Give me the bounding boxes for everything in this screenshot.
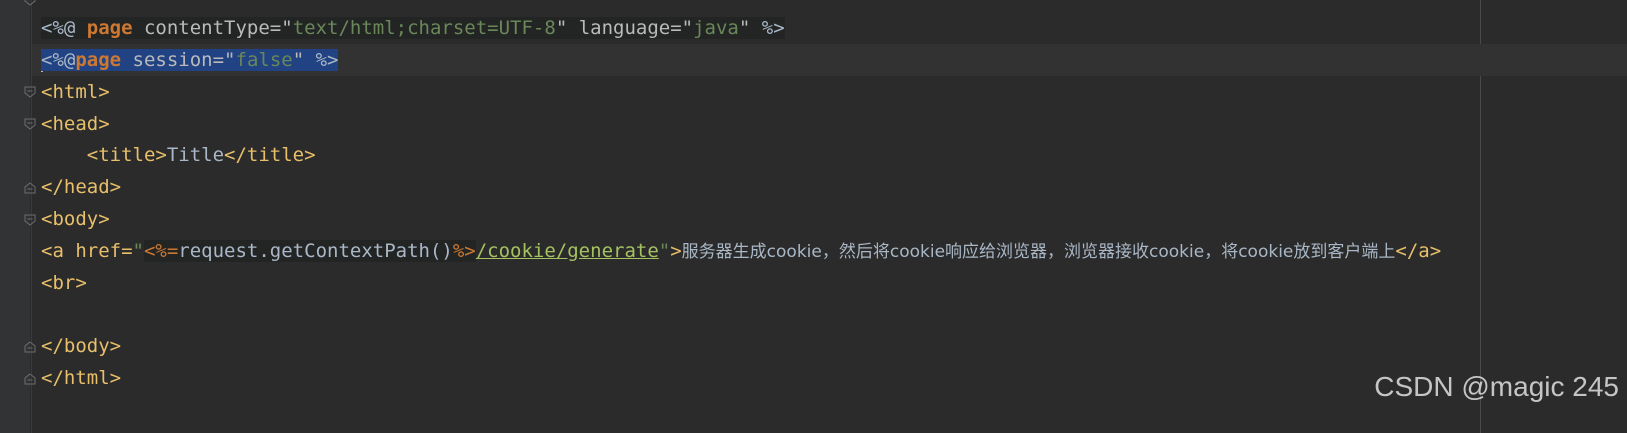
code-editor[interactable]: <%@ page contentType="text/html;charset=… bbox=[0, 0, 1627, 433]
title-close-tag: </title> bbox=[224, 144, 316, 166]
jsp-open: <%@ bbox=[41, 17, 87, 39]
fold-icon[interactable] bbox=[24, 0, 36, 6]
quote: " bbox=[292, 49, 305, 71]
code-line-11[interactable]: </body> bbox=[41, 330, 121, 362]
quote: " bbox=[555, 17, 568, 39]
quote: " bbox=[281, 17, 293, 39]
title-text: Title bbox=[166, 144, 225, 166]
anchor-open: <a href= bbox=[41, 240, 133, 262]
code-line-5[interactable]: <title>Title</title> bbox=[41, 139, 316, 171]
code-line-2[interactable]: <%@page session="false" %> bbox=[32, 44, 1627, 76]
body-tag: <body> bbox=[41, 208, 110, 230]
quote: " bbox=[681, 17, 694, 39]
quote: " bbox=[224, 49, 236, 71]
attr-name: contentType= bbox=[132, 17, 282, 39]
code-line-6[interactable]: </head> bbox=[41, 171, 121, 203]
jsp-close: %> bbox=[750, 17, 785, 39]
code-line-1[interactable]: <%@ page contentType="text/html;charset=… bbox=[41, 12, 785, 44]
fold-open-icon[interactable] bbox=[24, 118, 36, 130]
fold-open-icon[interactable] bbox=[24, 214, 36, 226]
jsp-expr-close: %> bbox=[452, 240, 476, 262]
fold-close-icon[interactable] bbox=[24, 373, 36, 385]
fold-close-icon[interactable] bbox=[24, 341, 36, 353]
jsp-directive: page bbox=[86, 17, 133, 39]
jsp-directive: page bbox=[75, 49, 122, 71]
code-line-3[interactable]: <html> bbox=[41, 76, 110, 108]
code-line-8[interactable]: <a href="<%=request.getContextPath()%>/c… bbox=[41, 235, 1441, 267]
watermark: CSDN @magic 245 bbox=[1374, 371, 1619, 402]
jsp-open: <%@ bbox=[41, 49, 76, 71]
anchor-text: 服务器生成cookie，然后将cookie响应给浏览器，浏览器接收cookie，… bbox=[681, 242, 1396, 262]
fold-open-icon[interactable] bbox=[24, 86, 36, 98]
title-open-tag: <title> bbox=[86, 144, 167, 166]
head-close-tag: </head> bbox=[41, 176, 122, 198]
code-line-9[interactable]: <br> bbox=[41, 267, 87, 299]
attr-name: session= bbox=[121, 49, 225, 71]
attr-value: text/html;charset=UTF-8 bbox=[292, 17, 556, 39]
jsp-close: %> bbox=[304, 49, 339, 71]
quote: " bbox=[658, 240, 671, 262]
code-line-7[interactable]: <body> bbox=[41, 203, 110, 235]
code-line-12[interactable]: </html> bbox=[41, 362, 121, 394]
jsp-expr-open: <%= bbox=[143, 240, 179, 262]
tag-end: > bbox=[670, 240, 682, 262]
fold-close-icon[interactable] bbox=[24, 182, 36, 194]
head-tag: <head> bbox=[41, 113, 110, 135]
anchor-close: </a> bbox=[1395, 240, 1442, 262]
attr-value: false bbox=[235, 49, 293, 71]
br-tag: <br> bbox=[41, 272, 87, 294]
quote: " bbox=[738, 17, 751, 39]
quote: " bbox=[132, 240, 144, 262]
text-selection[interactable]: <%@page session="false" %> bbox=[41, 49, 339, 71]
body-close-tag: </body> bbox=[41, 335, 122, 357]
href-path-link[interactable]: /cookie/generate bbox=[476, 240, 659, 262]
jsp-expression: request.getContextPath() bbox=[178, 240, 453, 262]
attr-name: language= bbox=[567, 17, 682, 39]
attr-value: java bbox=[693, 17, 739, 39]
html-close-tag: </html> bbox=[41, 367, 122, 389]
code-line-4[interactable]: <head> bbox=[41, 108, 110, 140]
html-tag: <html> bbox=[41, 81, 110, 103]
